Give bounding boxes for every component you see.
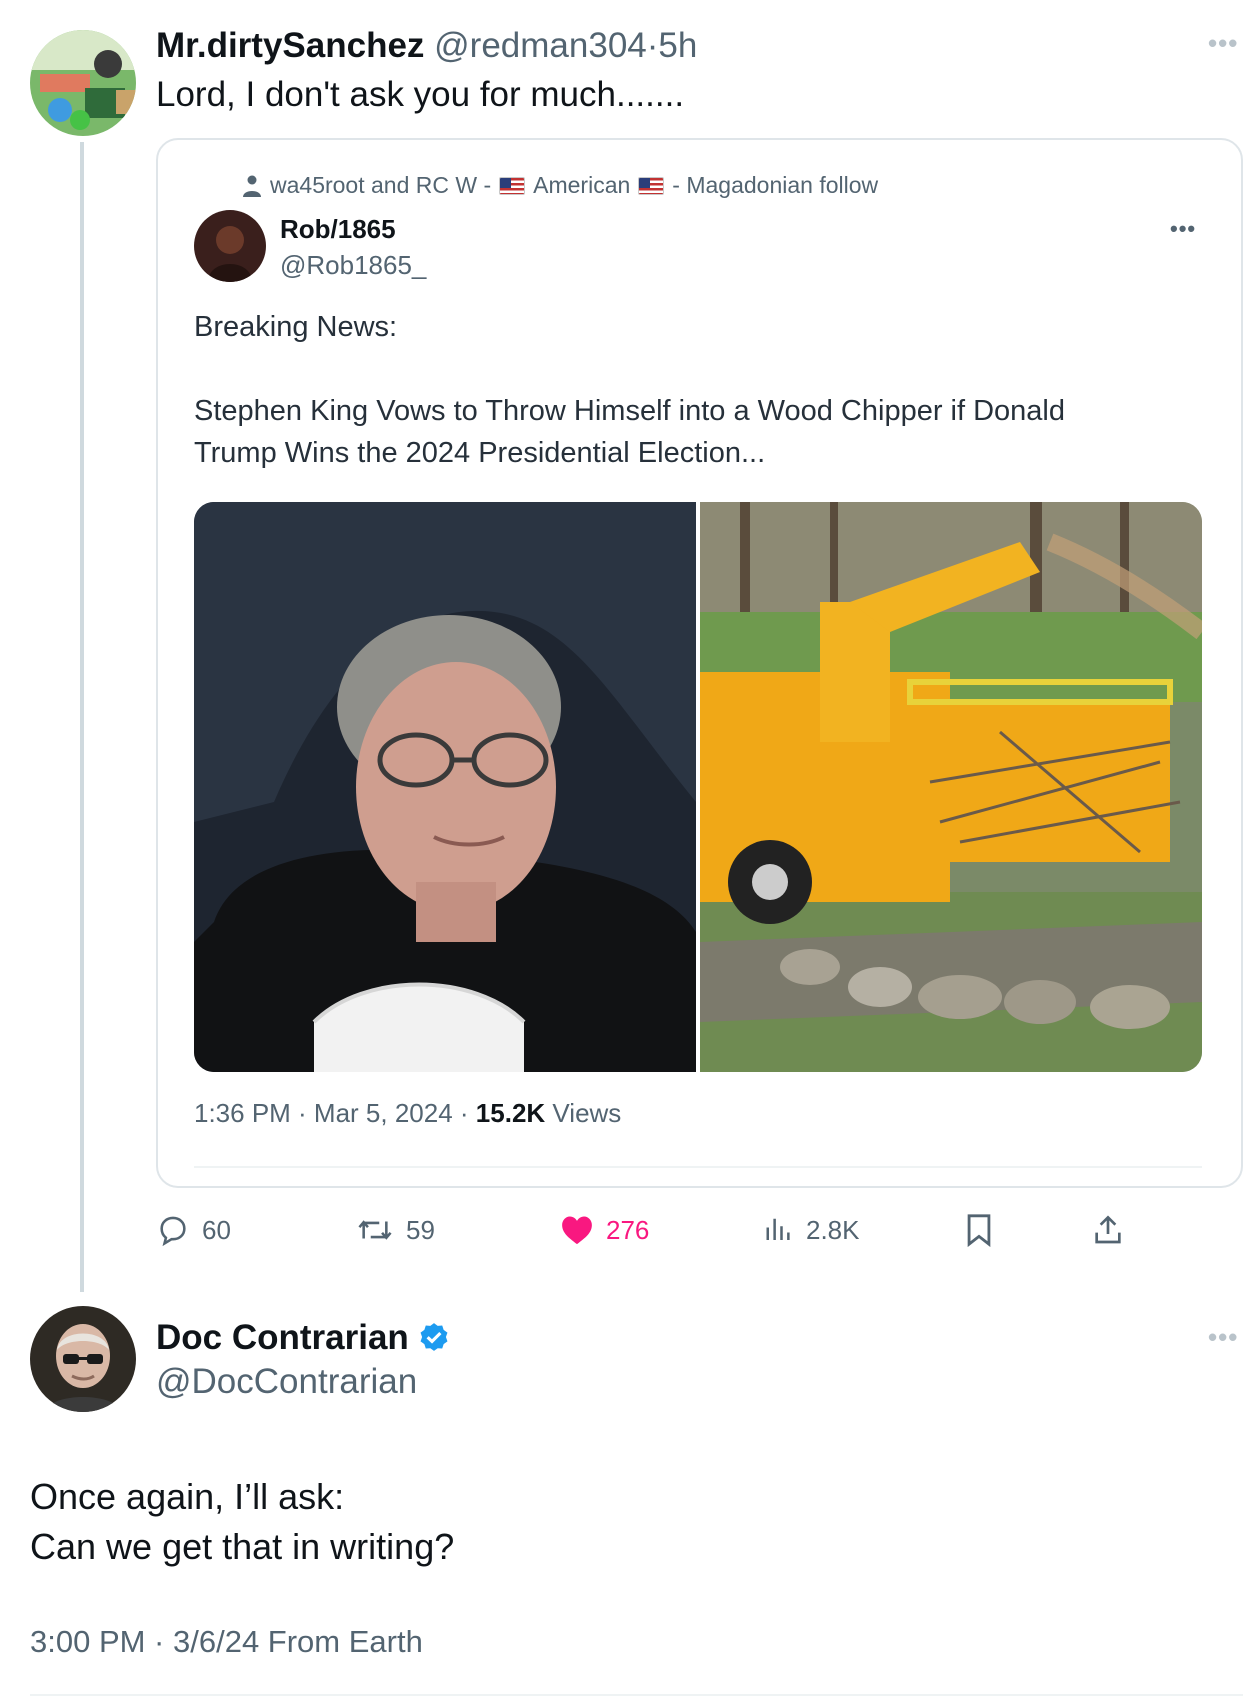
- views-button[interactable]: 2.8K: [764, 1206, 860, 1254]
- us-flag-icon: [499, 176, 526, 195]
- social-context-middle: American: [533, 172, 631, 198]
- quoted-media-grid[interactable]: [194, 502, 1202, 1072]
- reply-text: Lord, I don't ask you for much.......: [156, 75, 685, 114]
- bookmark-button[interactable]: [964, 1206, 994, 1254]
- comment-icon: [160, 1216, 186, 1247]
- us-flag-icon: [638, 176, 665, 195]
- share-button[interactable]: [1092, 1206, 1124, 1254]
- portrait-photo[interactable]: [194, 502, 696, 1072]
- main-more-icon[interactable]: •••: [1208, 1322, 1238, 1353]
- reply-count: 60: [202, 1214, 231, 1245]
- repost-icon: [358, 1220, 392, 1240]
- repost-button[interactable]: 59: [356, 1206, 435, 1254]
- quoted-display-name[interactable]: Rob/1865: [280, 214, 396, 245]
- bookmark-icon: [967, 1214, 991, 1247]
- views-count: 2.8K: [806, 1214, 860, 1245]
- main-text-line: Once again, I’ll ask:: [30, 1476, 345, 1517]
- main-divider: [30, 1694, 1243, 1696]
- social-context-suffix: - Magadonian follow: [672, 172, 879, 198]
- reply-more-icon[interactable]: •••: [1208, 28, 1238, 59]
- quoted-tweet-card[interactable]: wa45root and RC W - American - Magadonia…: [156, 138, 1243, 1188]
- wood-chipper-photo[interactable]: [700, 502, 1202, 1072]
- person-icon: [243, 175, 261, 197]
- main-author-avatar[interactable]: [30, 1306, 136, 1412]
- quoted-social-context: wa45root and RC W - American - Magadonia…: [270, 172, 878, 199]
- main-text-line: Can we get that in writing?: [30, 1526, 455, 1567]
- verified-badge-icon[interactable]: [417, 1321, 451, 1355]
- quoted-meta: 1:36 PM · Mar 5, 2024 · 15.2K Views: [194, 1098, 621, 1129]
- thread-connector-line: [80, 142, 84, 1292]
- quoted-more-icon[interactable]: •••: [1170, 216, 1196, 242]
- main-tweet-text: Once again, I’ll ask: Can we get that in…: [30, 1472, 454, 1572]
- social-context-prefix: wa45root and RC W -: [270, 172, 492, 198]
- reply-action-bar: 60 59 276 2.8K: [156, 1206, 1136, 1254]
- reply-timestamp[interactable]: 5h: [658, 26, 697, 65]
- quoted-text-paragraph: Breaking News:: [194, 311, 398, 343]
- quoted-divider: [194, 1166, 1202, 1168]
- reply-separator: ·: [646, 26, 659, 65]
- reply-header: Mr.dirtySanchez @redman304·5h: [156, 24, 697, 68]
- quoted-handle[interactable]: @Rob1865_: [280, 250, 426, 281]
- reply-author-avatar[interactable]: [30, 30, 136, 136]
- quoted-views-count: 15.2K: [475, 1098, 546, 1128]
- main-tweet-meta[interactable]: 3:00 PM · 3/6/24 From Earth: [30, 1624, 423, 1660]
- quoted-timestamp[interactable]: 1:36 PM · Mar 5, 2024 ·: [194, 1098, 469, 1128]
- reply-display-name[interactable]: Mr.dirtySanchez: [156, 26, 424, 65]
- quoted-views-label: Views: [552, 1098, 622, 1128]
- analytics-icon: [766, 1218, 790, 1240]
- heart-icon: [562, 1216, 592, 1245]
- quoted-author-avatar[interactable]: [194, 210, 266, 282]
- repost-count: 59: [406, 1214, 435, 1245]
- main-handle[interactable]: @DocContrarian: [156, 1360, 417, 1404]
- share-icon: [1095, 1215, 1121, 1244]
- reply-button[interactable]: 60: [156, 1206, 231, 1254]
- like-button[interactable]: 276: [560, 1206, 649, 1254]
- main-display-name[interactable]: Doc Contrarian: [156, 1316, 409, 1360]
- quoted-text: Breaking News: Stephen King Vows to Thro…: [194, 306, 1154, 474]
- reply-handle[interactable]: @redman304: [434, 26, 647, 65]
- quoted-text-paragraph: Stephen King Vows to Throw Himself into …: [194, 395, 1066, 469]
- like-count: 276: [606, 1214, 650, 1245]
- main-author-name-row: Doc Contrarian: [156, 1316, 451, 1360]
